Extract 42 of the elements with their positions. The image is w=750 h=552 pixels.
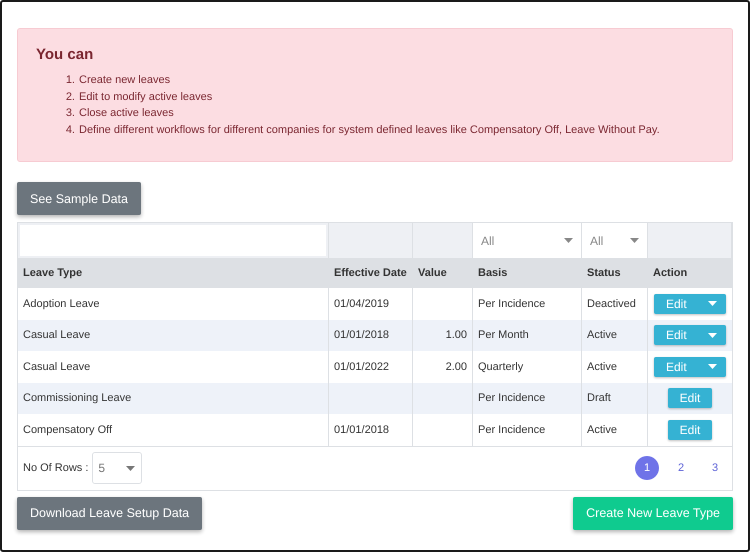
page-link[interactable]: 1 — [635, 456, 659, 480]
caret-icon — [564, 238, 573, 243]
edit-button[interactable]: Edit — [654, 356, 726, 377]
column-header: Effective Date — [329, 258, 413, 288]
table-cell: Commissioning Leave — [18, 382, 329, 414]
caret-icon — [708, 332, 717, 338]
create-leave-type-button[interactable]: Create New Leave Type — [573, 496, 733, 530]
page-link[interactable]: 3 — [703, 456, 727, 480]
list-number: 3. — [64, 106, 75, 121]
table-cell: Per Month — [473, 320, 582, 351]
caret-icon — [708, 364, 717, 370]
caret-icon — [708, 301, 717, 306]
caret-icon — [126, 466, 136, 470]
caret-icon — [630, 238, 639, 243]
rows-select[interactable]: 5 — [92, 452, 142, 484]
page-link[interactable]: 2 — [669, 456, 693, 480]
edit-button[interactable]: Edit — [668, 420, 712, 440]
alert-title: You can — [36, 46, 94, 63]
list-number: 2. — [64, 90, 75, 104]
column-header: Status — [582, 258, 648, 288]
see-sample-data-button[interactable]: See Sample Data — [17, 182, 141, 215]
column-header: Basis — [473, 258, 582, 288]
table-cell: Draft — [582, 382, 648, 414]
table-cell: Casual Leave — [18, 320, 329, 351]
table-cell: Active — [582, 320, 648, 351]
list-number: 4. — [64, 122, 75, 138]
edit-button[interactable]: Edit — [654, 325, 726, 346]
column-header: Action — [648, 258, 732, 288]
alert-item: Create new leaves — [79, 73, 170, 88]
edit-button[interactable]: Edit — [654, 294, 726, 314]
table-cell: 1.00 — [413, 320, 473, 351]
alert-item: Define different workflows for different companies for system defined leaves like Compensatory Off, Leave Without Pay. — [79, 122, 660, 138]
rows-label: No Of Rows : — [23, 462, 88, 474]
alert-item: Close active leaves — [79, 106, 174, 121]
alert-item: Edit to modify active leaves — [79, 90, 212, 104]
table-cell: Per Incidence — [473, 382, 582, 414]
edit-button[interactable]: Edit — [668, 388, 712, 408]
download-button[interactable]: Download Leave Setup Data — [17, 496, 202, 530]
table-cell: 01/01/2018 — [329, 320, 413, 351]
column-header: Leave Type — [18, 258, 329, 288]
list-number: 1. — [64, 73, 75, 88]
column-header: Value — [413, 258, 473, 288]
